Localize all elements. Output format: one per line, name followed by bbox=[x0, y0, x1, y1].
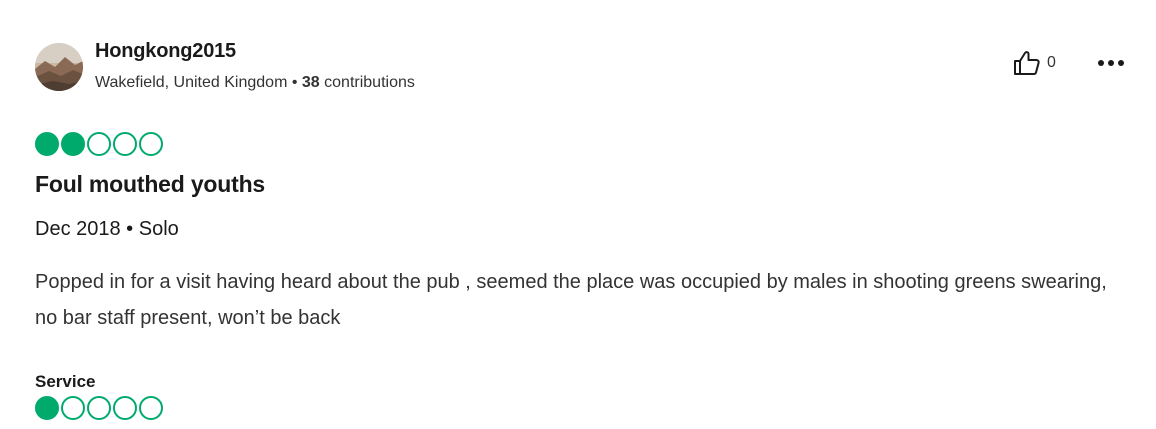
helpful-vote-button[interactable]: 0 bbox=[1013, 49, 1056, 77]
reviewer-meta: Wakefield, United Kingdom • 38 contribut… bbox=[95, 74, 415, 92]
rating-bubble-filled bbox=[35, 396, 59, 420]
meta-separator: • bbox=[291, 74, 298, 91]
overall-rating-bubbles bbox=[35, 132, 163, 156]
contributions-label: contributions bbox=[324, 74, 415, 91]
review-text: Popped in for a visit having heard about… bbox=[35, 271, 1107, 329]
review-card: Hongkong2015 Wakefield, United Kingdom •… bbox=[0, 0, 1156, 429]
rating-bubble-empty bbox=[139, 132, 163, 156]
rating-bubble-filled bbox=[35, 132, 59, 156]
visit-info: Dec 2018 • Solo bbox=[35, 218, 179, 240]
reviewer-location: Wakefield, United Kingdom bbox=[95, 74, 288, 91]
rating-bubble-empty bbox=[139, 396, 163, 420]
rating-bubble-empty bbox=[61, 396, 85, 420]
reviewer-name[interactable]: Hongkong2015 bbox=[95, 40, 236, 63]
contributions-count: 38 bbox=[301, 74, 320, 91]
helpful-vote-count: 0 bbox=[1047, 54, 1056, 71]
review-title[interactable]: Foul mouthed youths bbox=[35, 171, 265, 198]
rating-bubble-filled bbox=[61, 132, 85, 156]
rating-bubble-empty bbox=[87, 132, 111, 156]
subrating-label-service: Service bbox=[35, 372, 96, 391]
rating-bubble-empty bbox=[87, 396, 111, 420]
avatar-image bbox=[35, 43, 83, 91]
avatar[interactable] bbox=[35, 43, 83, 91]
thumbs-up-icon bbox=[1014, 51, 1040, 75]
more-options-icon bbox=[1098, 60, 1124, 66]
rating-bubble-empty bbox=[113, 396, 137, 420]
rating-bubble-empty bbox=[113, 132, 137, 156]
more-options-button[interactable] bbox=[1096, 52, 1130, 74]
service-rating-bubbles bbox=[35, 396, 163, 420]
